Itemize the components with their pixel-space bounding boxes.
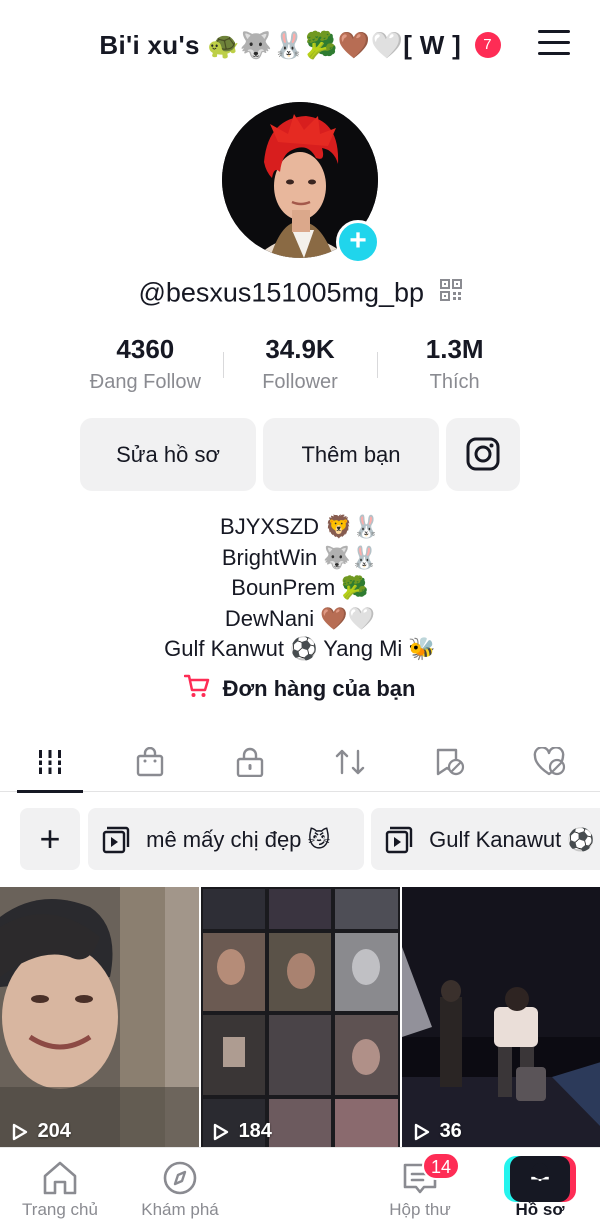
- saved-icon: [436, 748, 465, 776]
- nav-home[interactable]: Trang chủ: [0, 1148, 120, 1229]
- tab-private[interactable]: [200, 732, 300, 792]
- inbox-badge: 14: [422, 1152, 460, 1180]
- avatar-container: +: [222, 102, 380, 264]
- nav-inbox-label: Hộp thư: [389, 1200, 451, 1219]
- add-collection-button[interactable]: +: [20, 808, 80, 870]
- nav-profile[interactable]: Hồ sơ: [480, 1148, 600, 1229]
- collection-label: Gulf Kanawut ⚽: [429, 827, 595, 853]
- play-icon: [414, 1123, 430, 1140]
- username-row: @besxus151005mg_bp: [0, 276, 600, 308]
- bio-line: BJYXSZD 🦁🐰: [220, 514, 380, 539]
- qr-code-icon[interactable]: [439, 277, 462, 308]
- tab-saved[interactable]: [400, 732, 500, 792]
- nav-home-label: Trang chủ: [22, 1200, 98, 1219]
- your-orders-link[interactable]: Đơn hàng của bạn: [0, 674, 600, 704]
- notification-badge: 7: [474, 32, 501, 59]
- likes-label: Thích: [429, 371, 480, 393]
- tab-reposts[interactable]: [300, 732, 400, 792]
- video-thumbnail[interactable]: 184: [201, 887, 400, 1147]
- view-count-text: 204: [37, 1120, 71, 1142]
- stat-likes[interactable]: 1.3M Thích: [377, 334, 532, 400]
- compass-icon: [163, 1161, 197, 1195]
- profile-display-name: Bi'i xu's 🐢🐺🐰🥦🤎🤍[ W ]: [99, 29, 462, 60]
- shopping-cart-icon: [184, 674, 210, 704]
- view-count: 36: [414, 1120, 462, 1143]
- person-icon: [526, 1163, 554, 1194]
- playlist-icon: [102, 826, 130, 854]
- nav-create[interactable]: +: [240, 1148, 576, 1229]
- view-count: 204: [12, 1120, 71, 1143]
- collection-chip[interactable]: Gulf Kanawut ⚽: [371, 808, 600, 870]
- add-friend-button[interactable]: Thêm bạn: [263, 418, 439, 491]
- bio-line: BrightWin 🐺🐰: [221, 544, 379, 570]
- nav-discover-label: Khám phá: [141, 1200, 219, 1219]
- header-title-row: Bi'i xu's 🐢🐺🐰🥦🤎🤍[ W ] 7: [0, 28, 600, 61]
- view-count-text: 184: [238, 1120, 272, 1142]
- tab-shop[interactable]: [100, 732, 200, 792]
- view-count-text: 36: [439, 1120, 462, 1142]
- collection-label: mê mấy chị đẹp 😼: [146, 827, 331, 853]
- video-thumbnail-image: [402, 887, 600, 1147]
- your-orders-label: Đơn hàng của bạn: [222, 676, 416, 701]
- followers-count: 34.9K: [265, 334, 335, 364]
- instagram-icon: [466, 437, 500, 471]
- tab-videos[interactable]: [0, 732, 100, 793]
- profile-tabs: [0, 732, 600, 793]
- videos-grid-icon: [37, 750, 63, 774]
- liked-hidden-icon: [533, 747, 566, 776]
- profile-header: Bi'i xu's 🐢🐺🐰🥦🤎🤍[ W ] 7: [0, 0, 600, 88]
- tab-liked[interactable]: [500, 732, 600, 792]
- nav-discover[interactable]: Khám phá: [120, 1148, 240, 1229]
- bio-line: DewNani 🤎🤍: [224, 605, 376, 631]
- add-avatar-button[interactable]: +: [336, 220, 380, 264]
- play-icon: [213, 1123, 229, 1140]
- followers-label: Follower: [262, 371, 338, 393]
- collections-row: + mê mấy chị đẹp 😼 Gulf Kanawut ⚽: [0, 808, 600, 870]
- profile-bio: BJYXSZD 🦁🐰 BrightWin 🐺🐰 BounPrem 🥦 DewNa…: [0, 512, 600, 665]
- profile-stats: 4360 Đang Follow 34.9K Follower 1.3M Thí…: [68, 334, 532, 400]
- video-grid: 204 184 36: [0, 887, 600, 1147]
- play-icon: [12, 1123, 28, 1140]
- bio-line: Gulf Kanwut ⚽ Yang Mi 🐝: [164, 636, 436, 661]
- instagram-button[interactable]: [446, 418, 520, 491]
- stat-followers[interactable]: 34.9K Follower: [222, 334, 378, 400]
- bottom-navigation: Trang chủ Khám phá + 14 Hộp thư Hồ sơ: [0, 1147, 600, 1229]
- video-thumbnail[interactable]: 36: [402, 887, 600, 1147]
- video-thumbnail-image: [201, 887, 400, 1147]
- video-thumbnail[interactable]: 204: [0, 887, 199, 1147]
- following-count: 4360: [116, 334, 175, 364]
- view-count: 184: [213, 1120, 272, 1143]
- collection-chip[interactable]: mê mấy chị đẹp 😼: [88, 808, 364, 870]
- menu-button[interactable]: [538, 30, 570, 58]
- home-icon: [43, 1161, 77, 1195]
- shop-bag-icon: [136, 747, 164, 777]
- nav-inbox[interactable]: 14 Hộp thư: [360, 1148, 480, 1229]
- repost-icon: [335, 749, 365, 775]
- likes-count: 1.3M: [425, 334, 484, 364]
- video-thumbnail-image: [0, 887, 199, 1147]
- playlist-icon: [385, 826, 413, 854]
- bio-line: BounPrem 🥦: [231, 575, 369, 600]
- private-lock-icon: [236, 747, 264, 777]
- hamburger-icon: [538, 30, 570, 33]
- username: @besxus151005mg_bp: [138, 277, 425, 308]
- nav-profile-label: Hồ sơ: [515, 1200, 565, 1219]
- stat-following[interactable]: 4360 Đang Follow: [68, 334, 223, 400]
- edit-profile-button[interactable]: Sửa hồ sơ: [80, 418, 256, 491]
- following-label: Đang Follow: [89, 371, 201, 393]
